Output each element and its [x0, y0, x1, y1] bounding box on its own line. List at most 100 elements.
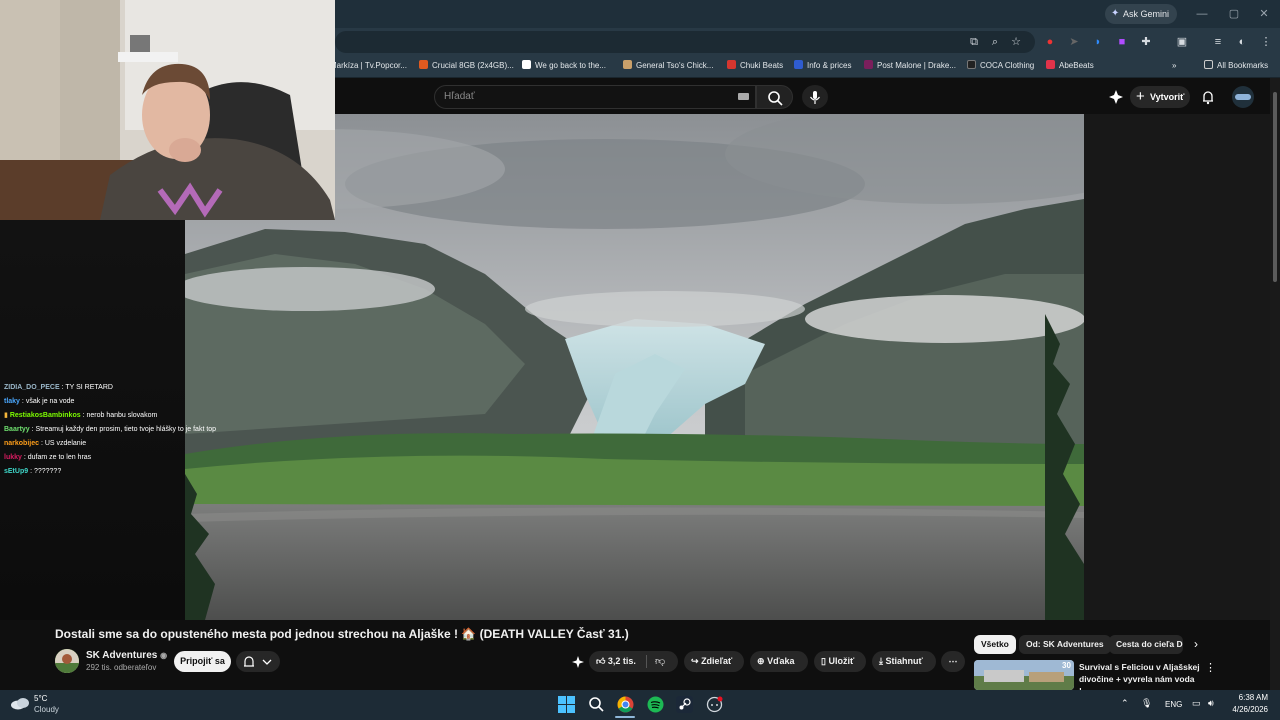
bookmark-item[interactable]: Post Malone | Drake...	[864, 58, 956, 74]
bookmark-item[interactable]: Chuki Beats	[727, 58, 783, 74]
chat-badge-icon: ▮	[4, 412, 8, 419]
create-label: Vytvoriť	[1150, 92, 1185, 102]
bookmark-item[interactable]: We go back to the...	[522, 58, 606, 74]
bookmark-item[interactable]: COCA Clothing	[967, 58, 1034, 74]
microphone-icon	[810, 91, 820, 104]
extension-gray-icon[interactable]: ➤	[1066, 34, 1082, 50]
chat-message: ▮ RestiakosBambinkos : nerob hanbu slova…	[4, 412, 158, 419]
video-side-fill	[1084, 114, 1270, 620]
chrome-icon[interactable]	[617, 696, 634, 713]
search-icon	[768, 91, 783, 106]
profile-avatar-icon[interactable]: ◐	[1234, 34, 1250, 50]
share-icon: ↪	[691, 656, 699, 666]
bookmark-item[interactable]: Info & prices	[794, 58, 851, 74]
webcam-overlay	[0, 0, 335, 220]
recommendation-thumbnail[interactable]	[974, 660, 1074, 690]
bookmark-item[interactable]: General Tso's Chick...	[623, 58, 713, 74]
thanks-button[interactable]: ⊕ Vďaka	[750, 651, 808, 672]
discord-icon[interactable]	[706, 696, 723, 713]
spotify-icon[interactable]	[647, 696, 664, 713]
bookmark-star-icon[interactable]: ☆	[1008, 34, 1024, 50]
subscriber-count: 292 tis. odberateľov	[86, 663, 157, 672]
save-icon: ▯	[821, 656, 826, 666]
voice-search-button[interactable]	[802, 85, 828, 109]
bookmark-item[interactable]: Markíza | Tv.Popcor...	[330, 58, 407, 74]
chip-cesta-do-ciela[interactable]: Cesta do cieľa Dea	[1109, 635, 1183, 654]
video-title: Dostali sme sa do opusteného mesta pod j…	[55, 627, 629, 641]
chip-from-channel[interactable]: Od: SK Adventures	[1019, 635, 1111, 654]
create-button[interactable]: + Vytvoriť	[1130, 86, 1190, 108]
chat-message: lukky : dufam ze to len hras	[4, 454, 92, 461]
browser-menu-icon[interactable]: ⋮	[1258, 34, 1274, 50]
stream-chat: ZIDIA_DO_PECE : TY SI RETARD tlaky : vša…	[4, 381, 244, 479]
more-bookmarks-button[interactable]: »	[1172, 58, 1176, 74]
chevron-right-icon[interactable]: ›	[1194, 637, 1198, 651]
like-button[interactable]: 👍︎ 3,2 tis.	[596, 651, 636, 672]
weather-temperature[interactable]: 5°C	[34, 694, 47, 703]
clock-time[interactable]: 6:38 AM	[1232, 693, 1268, 702]
chat-message: Baartyy : Streamuj každy den prosim, tie…	[4, 426, 217, 433]
active-app-indicator	[615, 716, 635, 718]
address-bar[interactable]	[335, 31, 1035, 53]
volume-icon[interactable]: 🔊︎	[1208, 698, 1214, 709]
sparkle-icon[interactable]	[1108, 89, 1124, 105]
all-bookmarks-button[interactable]: All Bookmarks	[1204, 58, 1268, 74]
more-actions-icon[interactable]: ⋯	[941, 651, 965, 672]
chat-message: tlaky : však je na vode	[4, 398, 75, 405]
ask-gemini-button[interactable]: ✦ Ask Gemini	[1105, 4, 1177, 24]
chat-message: ZIDIA_DO_PECE : TY SI RETARD	[4, 384, 113, 391]
cloud-icon	[10, 696, 30, 710]
join-button[interactable]: Pripojiť sa	[174, 651, 231, 672]
download-icon: ⤓	[879, 656, 883, 666]
plus-icon: +	[1136, 88, 1145, 105]
search-button[interactable]	[756, 85, 793, 109]
chat-message: sEtUp9 : ???????	[4, 468, 62, 475]
minimize-icon[interactable]: —	[1188, 4, 1216, 24]
subscription-bell-button[interactable]	[236, 651, 280, 672]
chip-all[interactable]: Všetko	[974, 635, 1016, 654]
keyboard-icon[interactable]	[738, 93, 749, 100]
input-language[interactable]: ENG	[1165, 700, 1182, 709]
zoom-icon[interactable]: ⌕	[987, 34, 1003, 50]
search-input[interactable]: Hľadať	[434, 85, 756, 109]
bookmark-item[interactable]: AbeBeats	[1046, 58, 1094, 74]
weather-description[interactable]: Cloudy	[34, 705, 59, 714]
thanks-icon: ⊕	[757, 656, 765, 666]
download-button[interactable]: ⤓ Stiahnuť	[872, 651, 936, 672]
recommendation-badge: 30	[1062, 661, 1071, 670]
bookmark-item[interactable]: Crucial 8GB (2x4GB)...	[419, 58, 514, 74]
account-avatar[interactable]	[1232, 86, 1254, 108]
verified-icon: ◉	[160, 651, 168, 660]
steam-icon[interactable]	[676, 696, 693, 713]
cast-icon[interactable]: ⧉	[966, 34, 982, 50]
tray-chevron-up-icon[interactable]: ⌃	[1121, 698, 1129, 709]
save-button[interactable]: ▯ Uložiť	[814, 651, 866, 672]
scrollbar-thumb[interactable]	[1273, 92, 1277, 282]
channel-name[interactable]: SK Adventures ◉	[86, 650, 167, 661]
like-divider	[646, 655, 647, 668]
notifications-bell-icon[interactable]	[1200, 89, 1216, 105]
tab-search-icon[interactable]: ▣	[1174, 34, 1190, 50]
tray-microphone-icon[interactable]: 🎙︎	[1141, 698, 1152, 709]
clock-date[interactable]: 4/26/2026	[1224, 705, 1268, 714]
maximize-icon[interactable]: ▢	[1220, 4, 1248, 24]
recommendation-menu-icon[interactable]: ⋮	[1205, 661, 1216, 674]
reading-list-icon[interactable]: ≡	[1210, 34, 1226, 50]
gemini-spark-icon: ✦	[1111, 8, 1120, 19]
share-button[interactable]: ↪ Zdieľať	[684, 651, 744, 672]
taskbar-search-icon[interactable]	[588, 696, 605, 713]
close-icon[interactable]: ✕	[1250, 4, 1278, 24]
thumbs-down-icon: 👎︎	[655, 656, 666, 667]
taskbar	[0, 690, 1280, 720]
channel-avatar[interactable]	[55, 649, 79, 673]
extension-purple-icon[interactable]: ■	[1114, 34, 1130, 50]
extension-blue-icon[interactable]: ◗	[1090, 34, 1106, 50]
extension-red-icon[interactable]: ●	[1042, 34, 1058, 50]
thumbs-up-icon: 👍︎	[596, 656, 606, 666]
extensions-puzzle-icon[interactable]: ✚	[1138, 34, 1154, 50]
windows-start-icon[interactable]	[558, 696, 575, 713]
ask-gemini-label: Ask Gemini	[1123, 9, 1170, 19]
dislike-button[interactable]: 👎︎	[655, 651, 665, 672]
network-icon[interactable]: ▭	[1192, 698, 1201, 709]
ask-sparkle-icon[interactable]	[570, 655, 586, 669]
